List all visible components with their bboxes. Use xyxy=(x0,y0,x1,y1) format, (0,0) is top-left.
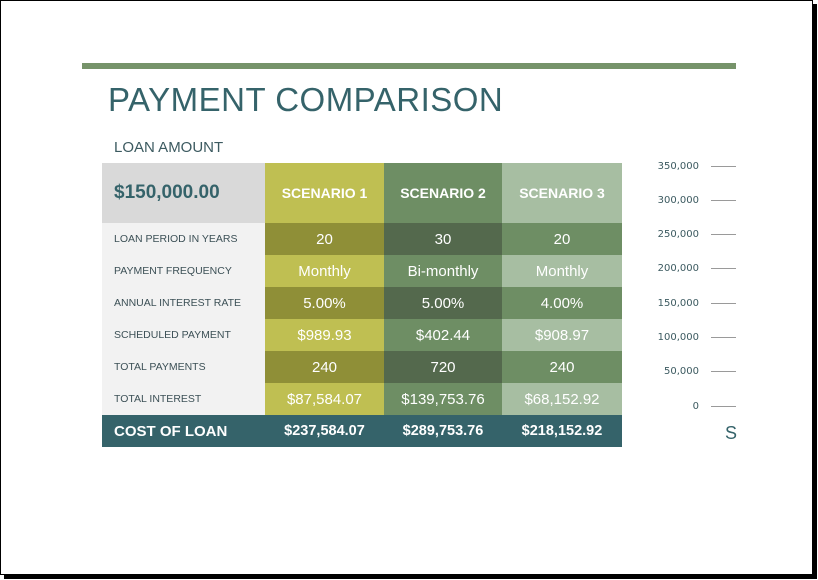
axis-tick-label: 150,000 xyxy=(657,297,699,309)
scenario-2-value[interactable]: $139,753.76 xyxy=(384,383,502,415)
axis-tick-label: 100,000 xyxy=(657,332,699,343)
scenario-2-value[interactable]: Bi-monthly xyxy=(384,255,502,287)
loan-amount-value[interactable]: $150,000.00 xyxy=(102,163,265,223)
axis-gridline xyxy=(711,165,736,167)
axis-gridline xyxy=(711,405,736,407)
scenario-1-value[interactable]: $87,584.07 xyxy=(265,383,384,415)
chart-partial-label: S xyxy=(725,423,738,443)
axis-tick-label: 0 xyxy=(692,400,699,412)
scenario-2-value[interactable]: 5.00% xyxy=(384,287,502,319)
scenario-3-value[interactable]: 4.00% xyxy=(502,287,622,319)
axis-tick-label: 200,000 xyxy=(657,263,699,275)
scenario-3-value[interactable]: 240 xyxy=(502,351,622,383)
scenario-2-value[interactable]: 720 xyxy=(384,351,502,383)
axis-tick: 350,000 xyxy=(641,159,736,173)
axis-gridline xyxy=(711,234,736,236)
scenario-3-value[interactable]: Monthly xyxy=(502,255,622,287)
axis-gridline xyxy=(711,337,736,338)
cost-of-loan-scenario-2: $289,753.76 xyxy=(402,423,484,439)
table-row-total-interest: TOTAL INTEREST $87,584.07 $139,753.76 $68,1… xyxy=(102,383,622,415)
loan-amount-label: LOAN AMOUNT xyxy=(114,139,224,156)
page-title: PAYMENT COMPARISON xyxy=(108,81,504,118)
scenario-1-value[interactable]: 20 xyxy=(265,223,384,255)
row-label: ANNUAL INTEREST RATE xyxy=(102,287,265,319)
document-page: PAYMENT COMPARISON LOAN AMOUNT $150,000.… xyxy=(0,0,813,575)
cost-of-loan-scenario-1: $237,584.07 xyxy=(284,423,365,439)
axis-tick-label: 250,000 xyxy=(657,229,699,241)
table-row-scheduled-payment: SCHEDULED PAYMENT $989.93 $402.44 $908.97 xyxy=(102,319,622,351)
axis-tick-label: 50,000 xyxy=(664,366,699,378)
axis-tick: 150,000 xyxy=(641,296,736,310)
scenario-3-header: SCENARIO 3 xyxy=(502,163,622,223)
row-label: PAYMENT FREQUENCY xyxy=(102,255,265,287)
cost-of-loan-scenario-3: $218,152.92 xyxy=(521,423,603,439)
axis-gridline xyxy=(711,268,736,270)
scenario-2-value[interactable]: $402.44 xyxy=(384,319,502,351)
row-label: LOAN PERIOD IN YEARS xyxy=(102,223,265,255)
row-label: TOTAL INTEREST xyxy=(102,383,265,415)
axis-tick: 250,000 xyxy=(641,228,736,242)
row-label: TOTAL PAYMENTS xyxy=(102,351,265,383)
cost-of-loan-row: COST OF LOAN $237,584.07 $289,753.76 $21… xyxy=(102,415,622,447)
axis-tick-label: 350,000 xyxy=(657,160,699,172)
comparison-table: $150,000.00 SCENARIO 1 SCENARIO 2 SCENAR… xyxy=(102,163,622,447)
axis-gridline xyxy=(711,199,736,201)
table-header-row: $150,000.00 SCENARIO 1 SCENARIO 2 SCENAR… xyxy=(102,163,622,223)
scenario-2-value[interactable]: 30 xyxy=(384,223,502,255)
axis-tick: 300,000 xyxy=(641,193,736,207)
axis-tick-label: 300,000 xyxy=(657,194,699,206)
table-row-loan-period-in-years: LOAN PERIOD IN YEARS 20 30 20 xyxy=(102,223,622,255)
axis-tick: 100,000 xyxy=(641,331,736,345)
top-accent-rule xyxy=(82,63,736,69)
axis-tick: 200,000 xyxy=(641,262,736,276)
table-row-annual-interest-rate: ANNUAL INTEREST RATE 5.00% 5.00% 4.00% xyxy=(102,287,622,319)
scenario-3-value[interactable]: $908.97 xyxy=(502,319,622,351)
axis-gridline xyxy=(711,371,736,373)
axis-tick: 50,000 xyxy=(641,365,736,379)
scenario-1-value[interactable]: Monthly xyxy=(265,255,384,287)
axis-tick: 0 xyxy=(641,399,736,413)
chart-y-axis: 350,000 300,000 250,000 200,000 150,000 100,0… xyxy=(641,151,751,451)
cost-of-loan-label: COST OF LOAN xyxy=(114,422,228,440)
scenario-1-header: SCENARIO 1 xyxy=(265,163,384,223)
scenario-3-value[interactable]: $68,152.92 xyxy=(502,383,622,415)
scenario-3-value[interactable]: 20 xyxy=(502,223,622,255)
axis-gridline xyxy=(711,302,736,304)
row-label: SCHEDULED PAYMENT xyxy=(102,319,265,351)
scenario-1-value[interactable]: 240 xyxy=(265,351,384,383)
scenario-1-value[interactable]: $989.93 xyxy=(265,319,384,351)
scenario-1-value[interactable]: 5.00% xyxy=(265,287,384,319)
table-row-total-payments: TOTAL PAYMENTS 240 720 240 xyxy=(102,351,622,383)
table-row-payment-frequency: PAYMENT FREQUENCY Monthly Bi-monthly Monthl… xyxy=(102,255,622,287)
scenario-2-header: SCENARIO 2 xyxy=(384,163,502,223)
